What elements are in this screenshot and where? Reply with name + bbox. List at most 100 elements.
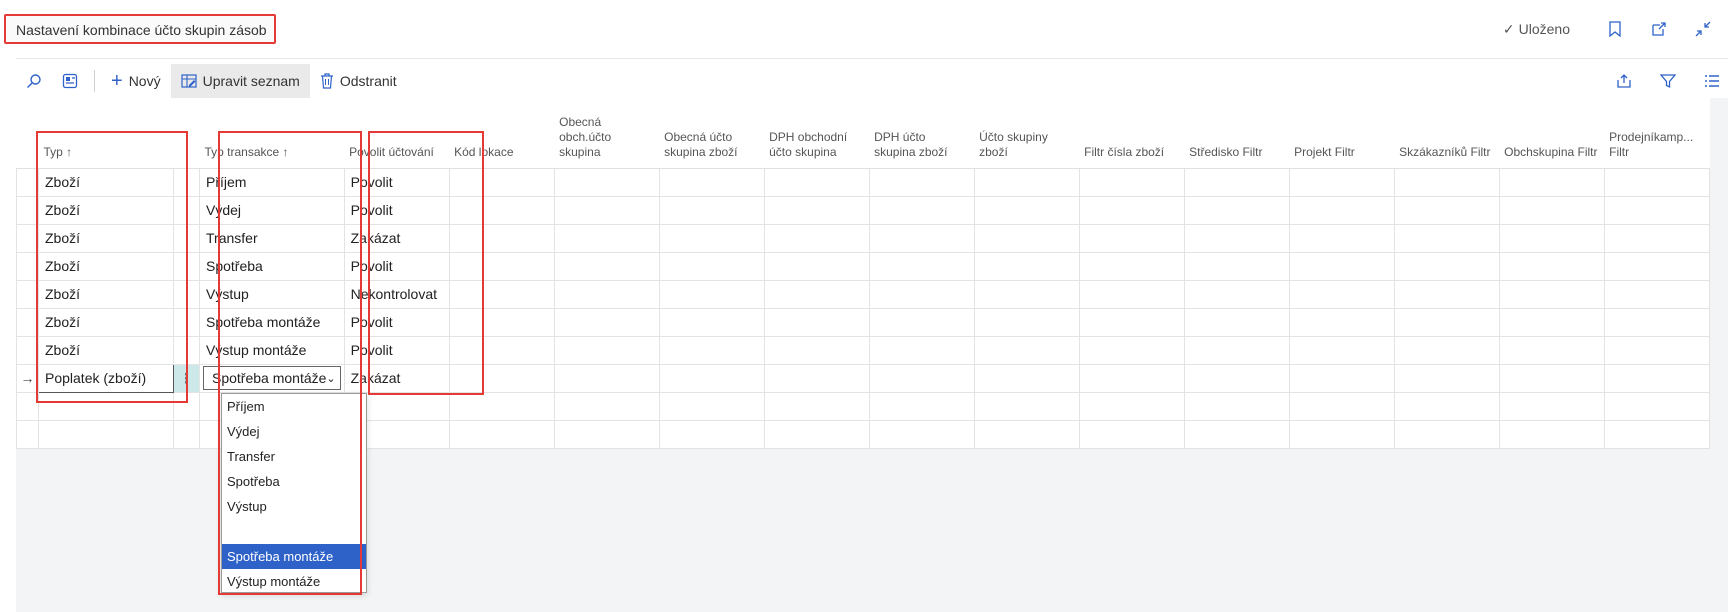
grid-cell[interactable]: [973, 391, 1080, 421]
grid-cell[interactable]: [448, 335, 555, 365]
dropdown-option[interactable]: Výstup montáže: [222, 569, 366, 594]
grid-cell[interactable]: [1078, 195, 1185, 225]
filter-icon[interactable]: [1660, 73, 1676, 89]
grid-cell[interactable]: [763, 251, 870, 281]
grid-cell[interactable]: [763, 335, 870, 365]
grid-cell[interactable]: [448, 279, 555, 309]
col-header-typ[interactable]: Typ ↑: [38, 98, 174, 169]
grid-cell[interactable]: [1288, 419, 1395, 449]
col-header-projekt-filtr[interactable]: Projekt Filtr: [1289, 98, 1395, 169]
cell-povolit-uctovani[interactable]: Zakázat: [343, 363, 450, 393]
col-header-kod-lokace[interactable]: Kód lokace: [449, 98, 555, 169]
grid-cell[interactable]: [1498, 223, 1605, 253]
grid-cell[interactable]: [1183, 279, 1290, 309]
grid-cell[interactable]: [1288, 279, 1395, 309]
grid-cell[interactable]: [1393, 223, 1500, 253]
grid-cell[interactable]: [973, 307, 1080, 337]
row-actions-ellipsis-icon[interactable]: ⋮: [173, 363, 200, 393]
grid-cell[interactable]: [658, 251, 765, 281]
cell-typ[interactable]: Zboží: [38, 307, 174, 337]
cell-typ[interactable]: Poplatek (zboží): [38, 363, 174, 393]
grid-cell[interactable]: [553, 167, 660, 197]
grid-cell[interactable]: [448, 419, 555, 449]
grid-cell[interactable]: [448, 391, 555, 421]
grid-cell[interactable]: [973, 419, 1080, 449]
grid-cell[interactable]: [1603, 251, 1710, 281]
cell-povolit-uctovani[interactable]: Povolit: [343, 251, 450, 281]
table-row[interactable]: → Poplatek (zboží) ⋮ Spotřeba montáže ⌄ Zakáz…: [16, 363, 1710, 393]
cell-typ[interactable]: [38, 419, 174, 449]
grid-cell[interactable]: [868, 363, 975, 393]
grid-cell[interactable]: [553, 419, 660, 449]
grid-cell[interactable]: [1078, 419, 1185, 449]
grid-cell[interactable]: [1393, 335, 1500, 365]
grid-cell[interactable]: [763, 167, 870, 197]
grid-cell[interactable]: [553, 391, 660, 421]
grid-cell[interactable]: [553, 223, 660, 253]
grid-cell[interactable]: [1183, 251, 1290, 281]
grid-cell[interactable]: [1078, 335, 1185, 365]
grid-cell[interactable]: [448, 223, 555, 253]
search-button[interactable]: [16, 64, 52, 98]
cell-povolit-uctovani[interactable]: Povolit: [343, 307, 450, 337]
cell-typ[interactable]: Zboží: [38, 335, 174, 365]
dropdown-option[interactable]: Spotřeba: [222, 469, 366, 494]
grid-cell[interactable]: [1393, 251, 1500, 281]
grid-cell[interactable]: [1393, 195, 1500, 225]
table-row[interactable]: Zboží Příjem Povolit: [16, 167, 1710, 197]
cell-typ-transakce[interactable]: Příjem: [199, 167, 345, 197]
cell-povolit-uctovani[interactable]: Zakázat: [343, 223, 450, 253]
grid-cell[interactable]: [553, 279, 660, 309]
cell-typ-transakce[interactable]: Výstup: [199, 279, 345, 309]
col-header-filtr-cisla-zbozi[interactable]: Filtr čísla zboží: [1079, 98, 1185, 169]
grid-cell[interactable]: [658, 195, 765, 225]
grid-cell[interactable]: [973, 223, 1080, 253]
col-header-obecna-obch-ucto-skupina[interactable]: Obecná obch.účto skupina: [554, 98, 660, 169]
col-header-obecna-ucto-skupina-zbozi[interactable]: Obecná účto skupina zboží: [659, 98, 765, 169]
grid-cell[interactable]: [868, 335, 975, 365]
new-button[interactable]: + Nový: [101, 64, 171, 98]
dropdown-option[interactable]: Příjem: [222, 394, 366, 419]
grid-cell[interactable]: [1498, 335, 1605, 365]
cell-typ[interactable]: Zboží: [38, 251, 174, 281]
grid-cell[interactable]: [448, 251, 555, 281]
grid-cell[interactable]: [658, 223, 765, 253]
grid-cell[interactable]: [658, 391, 765, 421]
grid-cell[interactable]: [1078, 279, 1185, 309]
grid-cell[interactable]: [1603, 307, 1710, 337]
grid-cell[interactable]: [1603, 335, 1710, 365]
grid-cell[interactable]: [973, 335, 1080, 365]
grid-cell[interactable]: [1288, 251, 1395, 281]
grid-cell[interactable]: [1603, 195, 1710, 225]
cell-povolit-uctovani[interactable]: Povolit: [343, 335, 450, 365]
open-new-window-icon[interactable]: [1650, 20, 1668, 38]
grid-cell[interactable]: [1183, 391, 1290, 421]
grid-cell[interactable]: [448, 195, 555, 225]
cell-typ[interactable]: Zboží: [38, 167, 174, 197]
grid-cell[interactable]: [1288, 307, 1395, 337]
grid-cell[interactable]: [553, 363, 660, 393]
grid-cell[interactable]: [553, 251, 660, 281]
grid-cell[interactable]: [658, 335, 765, 365]
grid-cell[interactable]: [1183, 167, 1290, 197]
grid-cell[interactable]: [553, 307, 660, 337]
cell-typ-transakce[interactable]: Transfer: [199, 223, 345, 253]
grid-cell[interactable]: [1603, 167, 1710, 197]
grid-cell[interactable]: [868, 307, 975, 337]
grid-cell[interactable]: [1288, 335, 1395, 365]
grid-cell[interactable]: [1393, 391, 1500, 421]
grid-cell[interactable]: [1078, 391, 1185, 421]
grid-cell[interactable]: [973, 195, 1080, 225]
grid-cell[interactable]: [1498, 391, 1605, 421]
grid-cell[interactable]: [658, 279, 765, 309]
show-details-button[interactable]: [52, 64, 88, 98]
grid-cell[interactable]: [1393, 419, 1500, 449]
col-header-dph-obchodni-ucto-skupina[interactable]: DPH obchodní účto skupina: [764, 98, 870, 169]
grid-cell[interactable]: [1183, 335, 1290, 365]
col-header-stredisko-filtr[interactable]: Středisko Filtr: [1184, 98, 1290, 169]
grid-cell[interactable]: [1603, 391, 1710, 421]
col-header-skzakazniku-filtr[interactable]: Skzákazníků Filtr: [1394, 98, 1500, 169]
cell-povolit-uctovani[interactable]: Nekontrolovat: [343, 279, 450, 309]
bookmark-icon[interactable]: [1606, 20, 1624, 38]
list-view-icon[interactable]: [1704, 73, 1720, 89]
